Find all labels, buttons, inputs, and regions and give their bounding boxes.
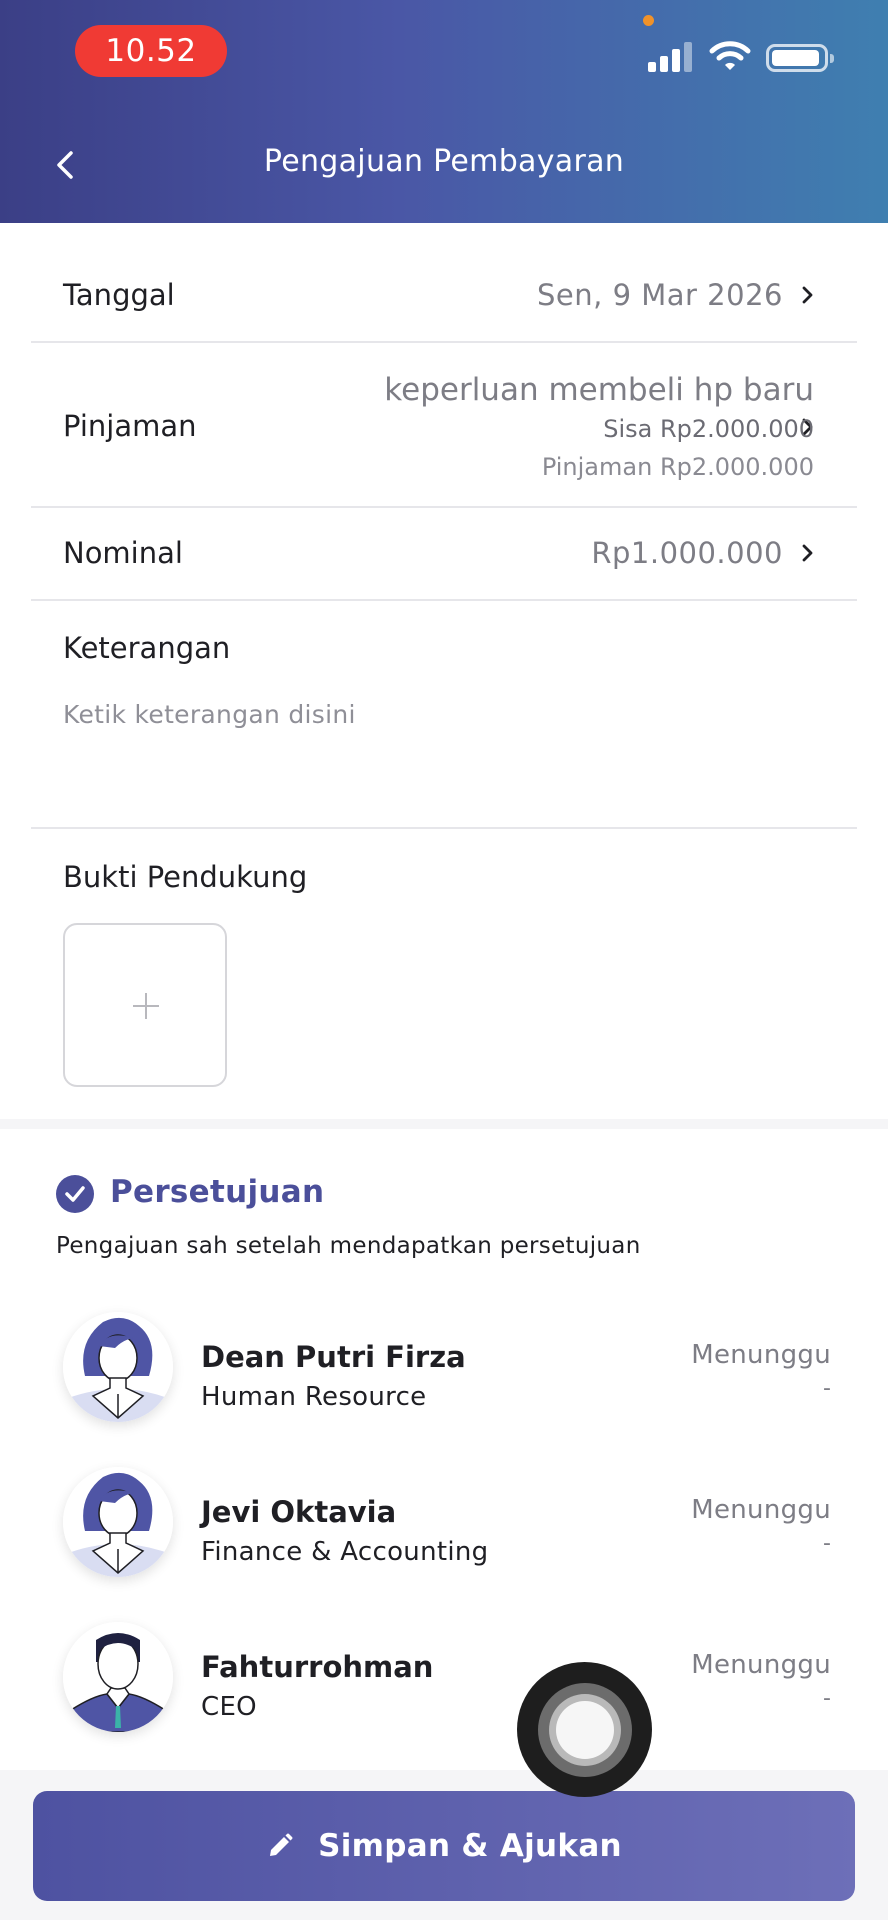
approver-role: CEO — [201, 1692, 257, 1722]
approver-status: Menunggu — [691, 1650, 831, 1680]
approver-date: - — [823, 1376, 831, 1401]
approver-status: Menunggu — [691, 1340, 831, 1370]
approver-item: Jevi Oktavia Finance & Accounting Menung… — [0, 1455, 888, 1595]
chevron-right-icon — [802, 544, 813, 562]
tanggal-label: Tanggal — [63, 278, 175, 312]
status-time: 10.52 — [75, 25, 227, 77]
battery-icon — [766, 44, 834, 72]
tanggal-value: Sen, 9 Mar 2026 — [537, 278, 783, 312]
upload-attachment-button[interactable] — [63, 923, 227, 1087]
pinjaman-label: Pinjaman — [63, 409, 197, 443]
approver-date: - — [823, 1531, 831, 1556]
submit-button-label: Simpan & Ajukan — [318, 1828, 622, 1864]
female-avatar — [63, 1312, 173, 1422]
approver-status: Menunggu — [691, 1495, 831, 1525]
bukti-label: Bukti Pendukung — [63, 860, 308, 894]
approver-name: Fahturrohman — [201, 1650, 434, 1684]
keterangan-label: Keterangan — [63, 631, 231, 665]
approver-role: Finance & Accounting — [201, 1537, 489, 1567]
check-circle-icon — [56, 1175, 94, 1213]
chevron-right-icon — [802, 286, 813, 304]
page-title: Pengajuan Pembayaran — [263, 144, 625, 179]
nominal-row[interactable]: Nominal Rp1.000.000 — [31, 508, 857, 601]
pencil-icon — [270, 1833, 293, 1856]
section-divider — [0, 1119, 888, 1129]
cellular-signal-icon — [648, 42, 694, 72]
loan-name: keperluan membeli hp baru — [384, 372, 814, 408]
loan-total: Pinjaman Rp2.000.000 — [541, 453, 814, 481]
approver-role: Human Resource — [201, 1382, 427, 1412]
male-avatar — [63, 1622, 173, 1732]
nominal-value: Rp1.000.000 — [591, 536, 783, 570]
approval-title: Persetujuan — [110, 1174, 325, 1210]
approver-name: Dean Putri Firza — [201, 1340, 466, 1374]
app-header: 10.52 Pengajuan Pembayaran — [0, 0, 888, 223]
nominal-label: Nominal — [63, 536, 183, 570]
approver-item: Fahturrohman CEO Menunggu - — [0, 1610, 888, 1750]
loan-remaining: Sisa Rp2.000.000 — [603, 415, 814, 443]
assistive-touch-button[interactable] — [517, 1662, 652, 1797]
recording-dot-icon — [643, 15, 654, 26]
female-avatar — [63, 1467, 173, 1577]
wifi-icon — [709, 40, 751, 72]
tanggal-row[interactable]: Tanggal Sen, 9 Mar 2026 — [31, 250, 857, 343]
keterangan-input[interactable]: Ketik keterangan disini — [63, 700, 356, 729]
approver-item: Dean Putri Firza Human Resource Menunggu… — [0, 1300, 888, 1440]
approver-name: Jevi Oktavia — [201, 1495, 397, 1529]
approver-date: - — [823, 1686, 831, 1711]
status-bar: 10.52 — [0, 0, 888, 100]
approval-description: Pengajuan sah setelah mendapatkan perset… — [56, 1233, 641, 1259]
submit-button[interactable]: Simpan & Ajukan — [33, 1791, 855, 1901]
